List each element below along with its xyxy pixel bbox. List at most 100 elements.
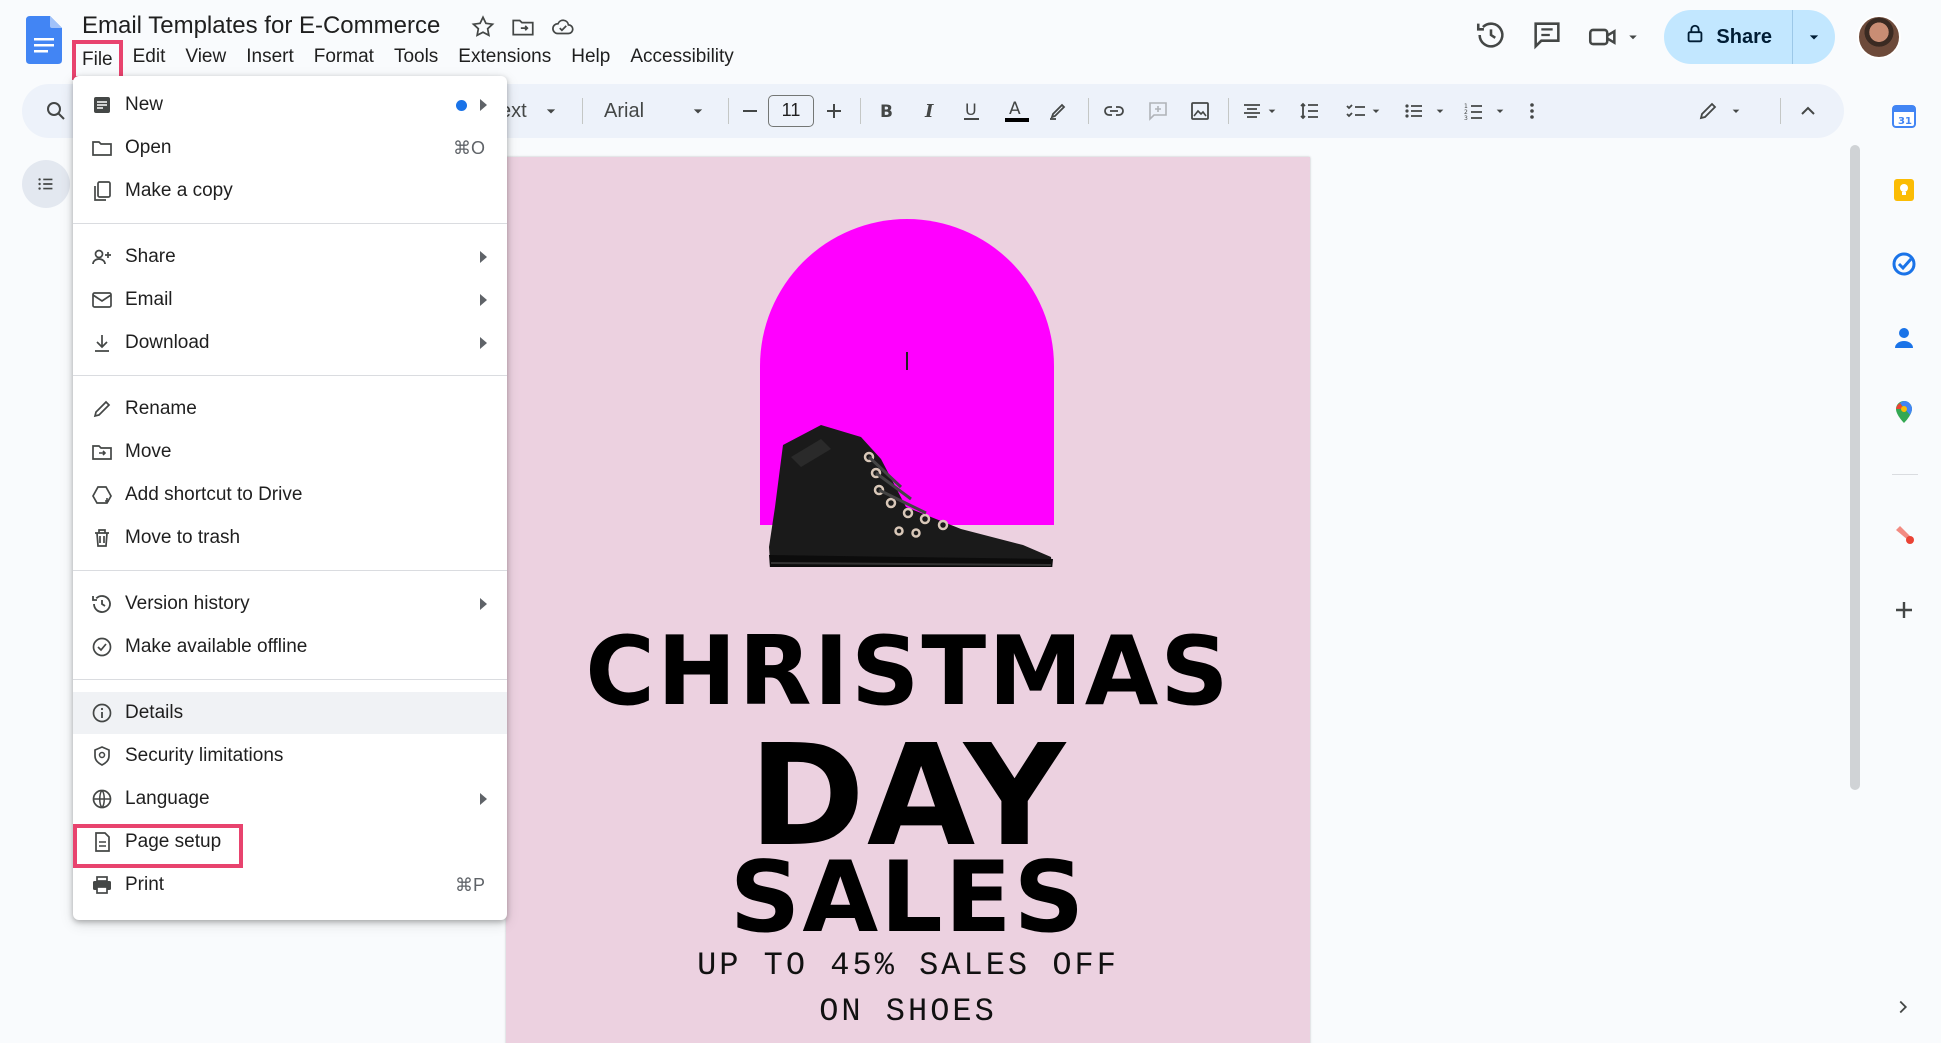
style-select[interactable]: ext	[500, 84, 561, 138]
addon-icon[interactable]	[1880, 516, 1928, 556]
menu-item-make-offline[interactable]: Make available offline	[73, 626, 507, 668]
decrease-font-size-icon[interactable]	[738, 84, 762, 138]
font-select-label: Arial	[604, 99, 645, 122]
lock-icon	[1684, 23, 1706, 51]
printer-icon	[89, 872, 115, 898]
align-icon[interactable]	[1240, 84, 1280, 138]
checklist-icon[interactable]	[1344, 84, 1384, 138]
add-addon-icon[interactable]	[1880, 590, 1928, 630]
menu-item-rename[interactable]: Rename	[73, 388, 507, 430]
docs-logo-icon[interactable]	[26, 16, 62, 64]
comments-icon[interactable]	[1530, 18, 1564, 57]
keep-icon[interactable]	[1880, 170, 1928, 210]
headline-christmas: CHRISTMAS	[585, 617, 1231, 727]
subline-discount: UP TO 45% SALES OFF	[697, 947, 1119, 984]
menu-item-language[interactable]: Language	[73, 778, 507, 820]
italic-icon[interactable]: I	[918, 84, 942, 138]
file-menu-dropdown: New Open ⌘O Make a copy Share Email Down…	[73, 76, 507, 920]
search-menus-icon[interactable]	[44, 84, 68, 138]
add-comment-icon[interactable]	[1146, 84, 1170, 138]
menu-item-email[interactable]: Email	[73, 279, 507, 321]
menu-help[interactable]: Help	[561, 44, 620, 80]
submenu-arrow-icon	[480, 251, 487, 263]
offline-check-icon	[89, 634, 115, 660]
menu-item-version-history[interactable]: Version history	[73, 583, 507, 625]
globe-icon	[89, 786, 115, 812]
document-page[interactable]: CHRISTMAS DAY SALES UP TO 45% SALES OFF …	[506, 157, 1310, 1043]
history-icon	[89, 591, 115, 617]
calendar-icon[interactable]: 31	[1880, 96, 1928, 136]
move-folder-icon[interactable]	[510, 14, 536, 45]
more-options-icon[interactable]	[1520, 84, 1544, 138]
insert-image-icon[interactable]	[1188, 84, 1212, 138]
bulleted-list-icon[interactable]	[1402, 84, 1448, 138]
subline-shoes: ON SHOES	[819, 993, 997, 1030]
menu-extensions[interactable]: Extensions	[448, 44, 561, 80]
menu-tools[interactable]: Tools	[384, 44, 448, 80]
underline-icon[interactable]: U	[960, 84, 984, 138]
cloud-saved-icon[interactable]	[550, 14, 576, 45]
submenu-arrow-icon	[480, 598, 487, 610]
menu-item-share[interactable]: Share	[73, 236, 507, 278]
svg-text:31: 31	[1898, 116, 1912, 127]
submenu-arrow-icon	[480, 99, 487, 111]
increase-font-size-icon[interactable]	[822, 84, 846, 138]
doc-title[interactable]: Email Templates for E-Commerce	[82, 12, 440, 40]
svg-text:B: B	[880, 102, 893, 122]
menu-format[interactable]: Format	[304, 44, 384, 80]
font-size-input[interactable]: 11	[768, 95, 814, 127]
text-color-icon[interactable]: A	[1002, 84, 1032, 138]
document-outline-button[interactable]	[22, 160, 70, 208]
font-select[interactable]: Arial	[604, 84, 708, 138]
info-icon	[89, 700, 115, 726]
svg-text:A: A	[1009, 99, 1021, 119]
show-side-panel-icon[interactable]	[1892, 996, 1914, 1018]
share-dropdown-icon[interactable]	[1793, 10, 1835, 64]
menu-item-move-trash[interactable]: Move to trash	[73, 517, 507, 559]
bold-icon[interactable]: B	[874, 84, 898, 138]
menu-item-print[interactable]: Print ⌘P	[73, 864, 507, 906]
line-spacing-icon[interactable]	[1298, 84, 1322, 138]
menu-view[interactable]: View	[175, 44, 236, 80]
collapse-menus-icon[interactable]	[1796, 84, 1820, 138]
download-icon	[89, 330, 115, 356]
menu-item-add-shortcut[interactable]: Add shortcut to Drive	[73, 474, 507, 516]
menu-item-security[interactable]: Security limitations	[73, 735, 507, 777]
mail-icon	[89, 287, 115, 313]
menu-item-move[interactable]: Move	[73, 431, 507, 473]
menu-file[interactable]: File	[72, 40, 123, 80]
menu-edit[interactable]: Edit	[123, 44, 176, 80]
star-icon[interactable]	[470, 14, 496, 45]
share-label: Share	[1716, 25, 1772, 48]
sneaker-image	[769, 425, 1053, 567]
shield-icon	[89, 743, 115, 769]
menu-item-new[interactable]: New	[73, 84, 507, 126]
contacts-icon[interactable]	[1880, 318, 1928, 358]
menu-accessibility[interactable]: Accessibility	[620, 44, 743, 80]
share-button[interactable]: Share	[1664, 10, 1835, 64]
svg-text:I: I	[924, 101, 934, 122]
menu-item-open[interactable]: Open ⌘O	[73, 127, 507, 169]
numbered-list-icon[interactable]: 123	[1462, 84, 1508, 138]
editing-mode-icon[interactable]	[1696, 84, 1744, 138]
add-person-icon	[89, 244, 115, 270]
trash-icon	[89, 525, 115, 551]
highlight-color-icon[interactable]	[1046, 84, 1070, 138]
headline-sales: SALES	[729, 841, 1087, 955]
drive-shortcut-icon	[89, 482, 115, 508]
insert-link-icon[interactable]	[1102, 84, 1126, 138]
avatar[interactable]	[1857, 15, 1901, 59]
folder-icon	[89, 135, 115, 161]
menu-item-details[interactable]: Details	[73, 692, 507, 734]
version-history-icon[interactable]	[1474, 18, 1508, 57]
tasks-icon[interactable]	[1880, 244, 1928, 284]
menu-item-make-copy[interactable]: Make a copy	[73, 170, 507, 212]
menu-insert[interactable]: Insert	[236, 44, 304, 80]
outline-icon	[38, 178, 53, 190]
submenu-arrow-icon	[480, 294, 487, 306]
vertical-scrollbar[interactable]	[1850, 145, 1860, 790]
maps-icon[interactable]	[1880, 392, 1928, 432]
new-doc-icon	[89, 92, 115, 118]
menu-item-download[interactable]: Download	[73, 322, 507, 364]
meet-video-icon[interactable]	[1586, 20, 1642, 54]
